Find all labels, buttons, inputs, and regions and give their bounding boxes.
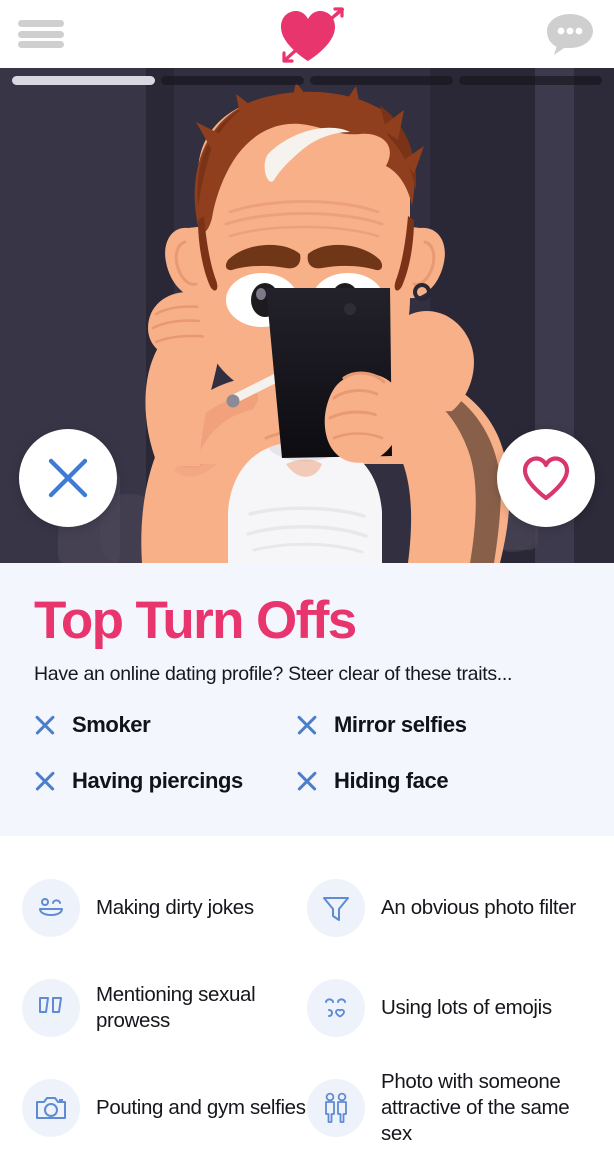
hamburger-bar [18,30,64,38]
x-icon [296,714,318,736]
heart-outline-icon [522,456,570,501]
trait-label: Photo with someone attractive of the sam… [381,1069,570,1146]
dating-tips-card-screen: Top Turn Offs Have an online dating prof… [0,0,614,1173]
profile-card-image[interactable] [0,66,614,563]
list-item: Mirror selfies [296,712,580,738]
list-item: Mentioning sexual prowess [22,958,307,1058]
heart-with-arrow-logo[interactable] [263,5,353,63]
turn-off-label: Having piercings [72,767,243,793]
turn-off-label: Smoker [72,711,151,737]
app-header [0,0,614,68]
list-item: Smoker [34,712,296,738]
trait-label: Using lots of emojis [381,995,552,1019]
turn-off-label: Hiding face [334,767,449,793]
traits-panel: Making dirty jokes An obvious photo filt… [0,836,614,1173]
camera-icon [22,1079,80,1137]
speech-bubble-icon[interactable] [544,12,596,56]
turn-offs-panel: Top Turn Offs Have an online dating prof… [0,563,614,836]
two-people-icon [307,1079,365,1137]
list-item: Using lots of emojis [307,958,592,1058]
progress-segment[interactable] [459,76,602,85]
nope-button[interactable] [19,429,117,527]
traits-list: Making dirty jokes An obvious photo filt… [22,858,592,1158]
list-item: Pouting and gym selfies [22,1058,307,1158]
trait-label: Mentioning sexual prowess [96,982,256,1032]
list-item: An obvious photo filter [307,858,592,958]
close-x-icon [48,458,88,498]
progress-segment-active[interactable] [12,76,155,85]
card-progress-bar[interactable] [0,76,614,85]
trait-label: Pouting and gym selfies [96,1095,306,1119]
list-item: Making dirty jokes [22,858,307,958]
hamburger-bar [18,20,64,27]
x-icon [34,714,56,736]
trait-label: An obvious photo filter [381,895,576,919]
turn-off-label: Mirror selfies [334,711,467,737]
hamburger-bar [18,41,64,48]
kissing-face-icon [307,979,365,1037]
funnel-filter-icon [307,879,365,937]
quotation-marks-icon [22,979,80,1037]
page-title: Top Turn Offs [34,591,357,650]
trait-label: Making dirty jokes [96,895,254,919]
list-item: Hiding face [296,768,580,794]
progress-segment[interactable] [161,76,304,85]
like-button[interactable] [497,429,595,527]
list-item: Having piercings [34,768,296,794]
x-icon [34,770,56,792]
x-icon [296,770,318,792]
turn-offs-list: Smoker Mirror selfies Having piercings H… [34,712,580,794]
page-subtitle: Have an online dating profile? Steer cle… [34,662,513,685]
list-item: Photo with someone attractive of the sam… [307,1058,592,1158]
hamburger-menu-icon[interactable] [18,17,64,51]
winking-smiley-icon [22,879,80,937]
progress-segment[interactable] [310,76,453,85]
